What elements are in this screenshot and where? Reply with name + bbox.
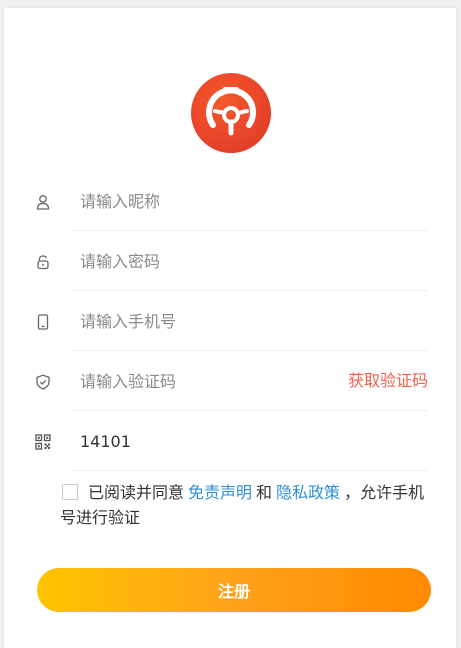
app-logo <box>191 73 271 153</box>
phone-icon <box>32 292 54 352</box>
nickname-row <box>32 172 428 232</box>
lock-icon <box>32 232 54 292</box>
agreement-prefix: 已阅读并同意 <box>88 483 185 502</box>
code-field: 获取验证码 <box>70 352 428 411</box>
code-input[interactable] <box>80 352 330 410</box>
invite-row <box>32 412 428 472</box>
user-icon <box>32 172 54 232</box>
register-card: 获取验证码 已阅读并同意免责声明和隐私政策，允许手机号进行验证 <box>4 8 456 648</box>
get-code-button[interactable]: 获取验证码 <box>348 352 428 410</box>
phone-input[interactable] <box>80 292 330 350</box>
password-input[interactable] <box>80 232 330 290</box>
qrcode-icon <box>32 412 54 472</box>
password-row <box>32 232 428 292</box>
register-button[interactable]: 注册 <box>37 568 431 612</box>
phone-row <box>32 292 428 352</box>
nickname-field <box>70 172 428 231</box>
invite-code-input[interactable] <box>80 412 330 470</box>
steering-wheel-logo-icon <box>206 87 256 136</box>
agreement-text: 已阅读并同意 免责声明和隐私政策 ，允许手机号进行验证 <box>60 480 430 530</box>
privacy-policy-link[interactable]: 隐私政策 <box>276 483 340 502</box>
nickname-input[interactable] <box>80 172 330 230</box>
phone-field <box>70 292 428 351</box>
disclaimer-link[interactable]: 免责声明 <box>188 483 252 502</box>
agreement-and: 和 <box>256 483 273 502</box>
agree-checkbox[interactable] <box>62 484 78 500</box>
code-row: 获取验证码 <box>32 352 428 412</box>
invite-field <box>70 412 428 471</box>
password-field <box>70 232 428 291</box>
shield-check-icon <box>32 352 54 412</box>
